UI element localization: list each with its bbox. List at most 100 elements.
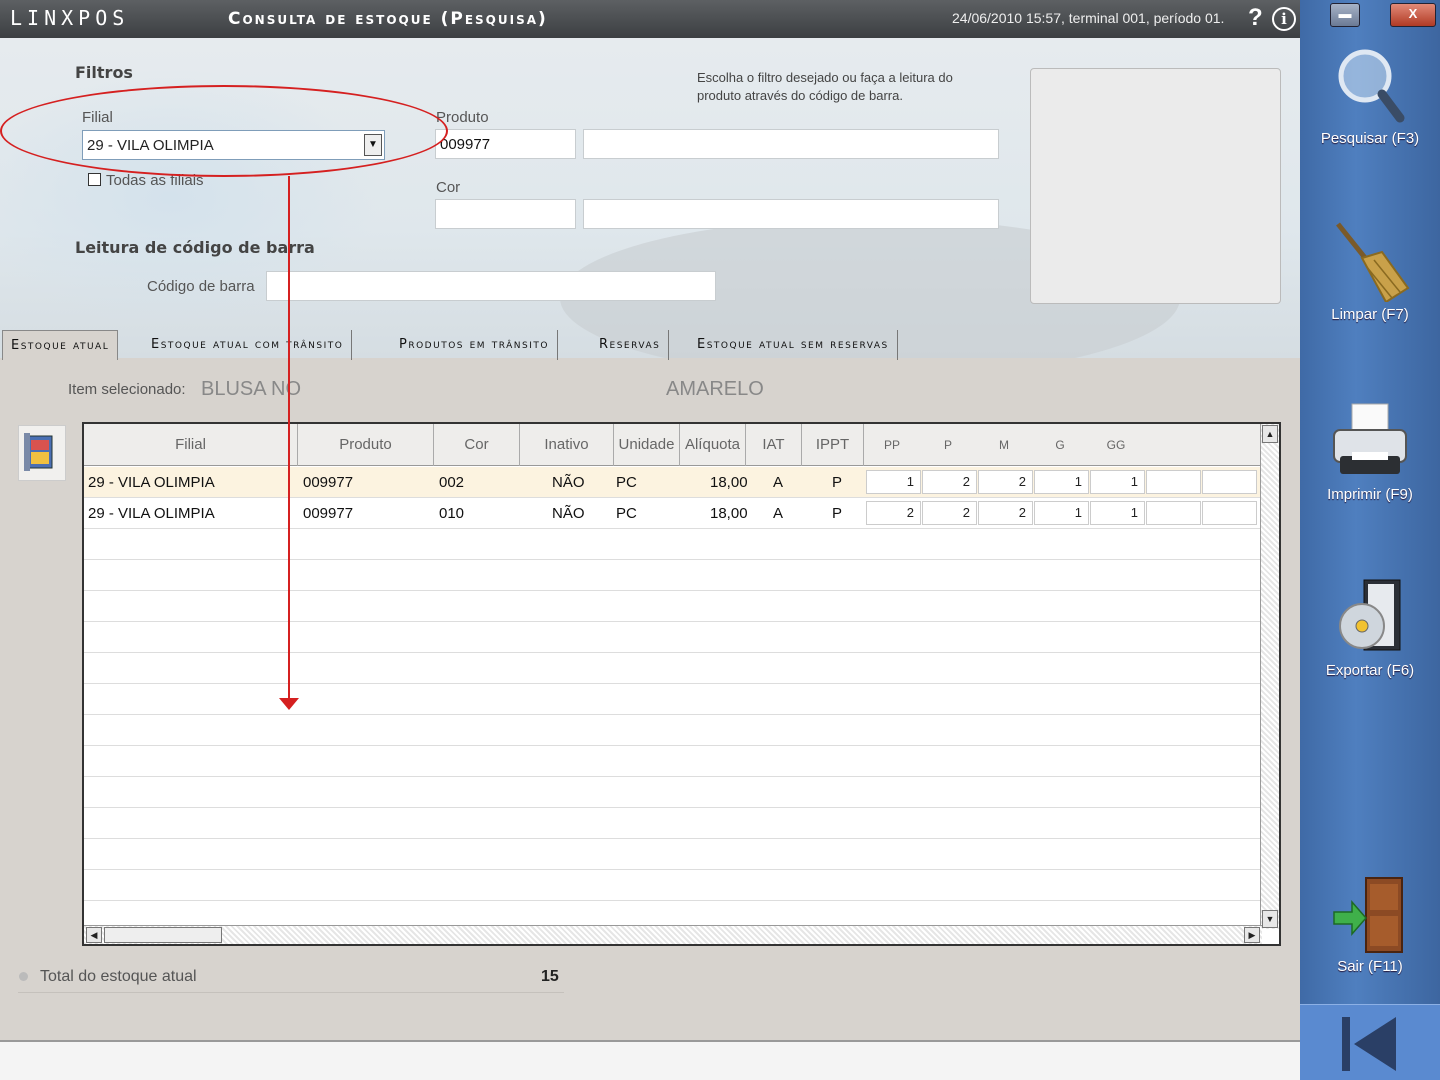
empty-row bbox=[84, 839, 1262, 870]
empty-row bbox=[84, 529, 1262, 560]
selected-item-name: BLUSA NO bbox=[201, 378, 302, 400]
help-icon[interactable]: ? bbox=[1248, 4, 1263, 32]
table-row[interactable]: 29 - VILA OLIMPIA 009977 002 NÃO PC 18,0… bbox=[84, 467, 1262, 498]
filters-title: Filtros bbox=[75, 63, 133, 82]
tab-estoque-com-transito[interactable]: Estoque atual com trânsito bbox=[143, 330, 353, 360]
total-value: 15 bbox=[541, 968, 559, 985]
cell-unidade: PC bbox=[616, 474, 637, 491]
exportar-button[interactable]: Exportar (F6) bbox=[1300, 578, 1440, 698]
col-iat[interactable]: IAT bbox=[746, 424, 802, 466]
col-cor[interactable]: Cor bbox=[434, 424, 520, 466]
info-icon[interactable]: i bbox=[1272, 7, 1296, 31]
cell-qty-gg[interactable]: 1 bbox=[1090, 501, 1145, 525]
close-button[interactable]: X bbox=[1390, 3, 1436, 27]
scroll-thumb[interactable] bbox=[104, 927, 222, 943]
exportar-label: Exportar (F6) bbox=[1325, 662, 1415, 679]
barcode-label: Código de barra bbox=[147, 278, 255, 295]
cell-filial: 29 - VILA OLIMPIA bbox=[88, 474, 215, 491]
cell-qty-gg[interactable]: 1 bbox=[1090, 470, 1145, 494]
cell-filial: 29 - VILA OLIMPIA bbox=[88, 505, 215, 522]
col-size-m: M bbox=[999, 438, 1009, 452]
cell-aliquota: 18,00 bbox=[710, 474, 748, 491]
empty-row bbox=[84, 591, 1262, 622]
col-filial[interactable]: Filial bbox=[84, 424, 298, 466]
annotation-arrow-head bbox=[279, 698, 299, 710]
magnifier-icon bbox=[1330, 46, 1410, 126]
chevron-down-icon[interactable]: ▼ bbox=[364, 134, 382, 156]
empty-row bbox=[84, 560, 1262, 591]
scroll-right-icon[interactable]: ▶ bbox=[1244, 927, 1260, 943]
tab-estoque-atual[interactable]: Estoque atual bbox=[2, 330, 119, 360]
back-button[interactable] bbox=[1300, 1004, 1440, 1080]
tab-reservas[interactable]: Reservas bbox=[591, 330, 670, 360]
cell-qty-p[interactable]: 2 bbox=[922, 501, 977, 525]
cell-qty-empty[interactable] bbox=[1202, 501, 1257, 525]
sair-label: Sair (F11) bbox=[1337, 958, 1403, 975]
cell-cor: 010 bbox=[439, 505, 465, 522]
selected-item-color: AMARELO bbox=[666, 378, 764, 400]
filter-hint: Escolha o filtro desejado ou faça a leit… bbox=[697, 70, 953, 103]
cor-code-input[interactable] bbox=[435, 199, 576, 229]
disc-export-icon bbox=[1330, 578, 1410, 658]
cell-qty-pp[interactable]: 1 bbox=[866, 470, 921, 494]
cell-qty-p[interactable]: 2 bbox=[922, 470, 977, 494]
cor-label: Cor bbox=[436, 179, 461, 196]
col-produto[interactable]: Produto bbox=[298, 424, 434, 466]
cell-qty-m[interactable]: 2 bbox=[978, 470, 1033, 494]
cell-iat: A bbox=[773, 505, 784, 522]
tab-estoque-sem-reservas[interactable]: Estoque atual sem reservas bbox=[689, 330, 898, 360]
scroll-up-icon[interactable]: ▲ bbox=[1262, 425, 1278, 443]
printer-icon bbox=[1330, 402, 1410, 482]
todas-filiais-label: Todas as filiais bbox=[106, 172, 204, 189]
table-row[interactable]: 29 - VILA OLIMPIA 009977 010 NÃO PC 18,0… bbox=[84, 498, 1262, 529]
empty-row bbox=[84, 622, 1262, 653]
empty-row bbox=[84, 777, 1262, 808]
door-exit-icon bbox=[1330, 874, 1410, 954]
vertical-scrollbar[interactable]: ▲ ▼ bbox=[1260, 424, 1279, 929]
cell-qty-pp[interactable]: 2 bbox=[866, 501, 921, 525]
cell-iat: A bbox=[773, 474, 784, 491]
barcode-input[interactable] bbox=[266, 271, 716, 301]
col-size-g: G bbox=[1055, 438, 1065, 452]
imprimir-button[interactable]: Imprimir (F9) bbox=[1300, 402, 1440, 522]
cell-qty-empty[interactable] bbox=[1202, 470, 1257, 494]
scroll-left-icon[interactable]: ◀ bbox=[86, 927, 102, 943]
filial-select[interactable]: 29 - VILA OLIMPIA ▼ bbox=[82, 130, 385, 160]
status-bar bbox=[0, 1040, 1300, 1080]
col-aliquota[interactable]: Alíquota bbox=[680, 424, 746, 466]
cell-qty-empty[interactable] bbox=[1146, 470, 1201, 494]
col-ippt[interactable]: IPPT bbox=[802, 424, 864, 466]
cell-cor: 002 bbox=[439, 474, 465, 491]
cell-qty-empty[interactable] bbox=[1146, 501, 1201, 525]
col-unidade[interactable]: Unidade bbox=[614, 424, 680, 466]
empty-row bbox=[84, 653, 1262, 684]
cell-qty-g[interactable]: 1 bbox=[1034, 470, 1089, 494]
cell-qty-m[interactable]: 2 bbox=[978, 501, 1033, 525]
skip-back-icon bbox=[1342, 1017, 1396, 1071]
produto-label: Produto bbox=[436, 109, 489, 126]
cell-produto: 009977 bbox=[303, 505, 354, 522]
sair-button[interactable]: Sair (F11) bbox=[1300, 874, 1440, 994]
limpar-button[interactable]: Limpar (F7) bbox=[1300, 222, 1440, 342]
cell-inativo: NÃO bbox=[552, 474, 585, 491]
tab-bar: Estoque atual Estoque atual com trânsito… bbox=[0, 330, 1300, 360]
cell-aliquota: 18,00 bbox=[710, 505, 748, 522]
action-sidebar: ▬ X Pesquisar (F3) Limpar (F7) Imprimir … bbox=[1300, 0, 1440, 1080]
window-controls: ▬ X bbox=[1300, 0, 1440, 38]
minimize-button[interactable]: ▬ bbox=[1330, 3, 1360, 27]
col-inativo[interactable]: Inativo bbox=[520, 424, 614, 466]
scroll-down-icon[interactable]: ▼ bbox=[1262, 910, 1278, 928]
horizontal-scrollbar[interactable]: ◀ ▶ bbox=[84, 925, 1262, 944]
title-bar: LINXPOS Consulta de estoque (Pesquisa) 2… bbox=[0, 0, 1300, 38]
divider bbox=[18, 992, 564, 993]
cell-qty-g[interactable]: 1 bbox=[1034, 501, 1089, 525]
pesquisar-button[interactable]: Pesquisar (F3) bbox=[1300, 46, 1440, 166]
cor-desc-input[interactable] bbox=[583, 199, 999, 229]
empty-row bbox=[84, 808, 1262, 839]
todas-filiais-checkbox[interactable] bbox=[88, 173, 101, 186]
tab-produtos-em-transito[interactable]: Produtos em trânsito bbox=[391, 330, 558, 360]
produto-code-input[interactable]: 009977 bbox=[435, 129, 576, 159]
col-size-pp: PP bbox=[883, 438, 900, 452]
produto-desc-input[interactable] bbox=[583, 129, 999, 159]
grid-settings-icon[interactable] bbox=[18, 425, 66, 481]
